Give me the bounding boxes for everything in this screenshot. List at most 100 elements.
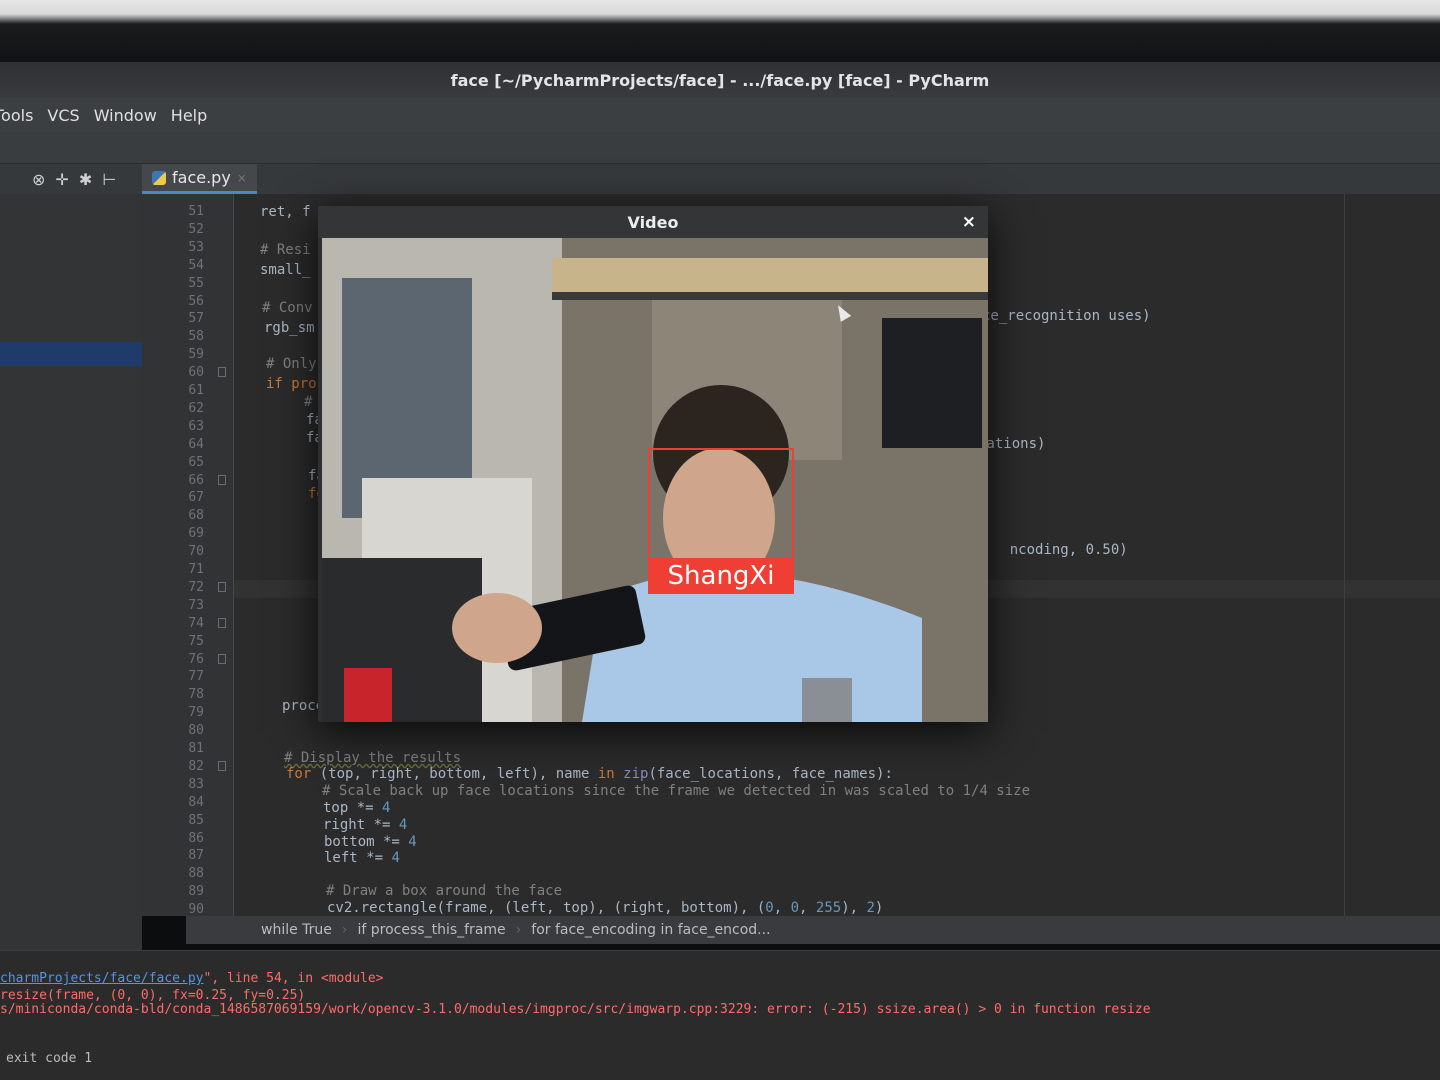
code-token: for: [286, 766, 312, 782]
breadcrumb-item[interactable]: while True: [261, 922, 332, 938]
menu-help[interactable]: Help: [171, 106, 207, 125]
fold-marker-icon[interactable]: [218, 760, 226, 771]
line-number: 66: [188, 472, 204, 488]
line-number: 80: [188, 723, 204, 739]
code-token: zip: [614, 766, 649, 782]
code-token: 4: [398, 817, 408, 833]
line-number: 67: [188, 490, 204, 506]
fold-marker-icon[interactable]: [218, 367, 226, 378]
fold-marker-icon[interactable]: [218, 581, 226, 592]
line-number: 63: [188, 418, 204, 434]
video-window-title: Video: [627, 212, 679, 232]
menu-window[interactable]: Window: [94, 106, 157, 125]
window-title: face [~/PycharmProjects/face] - .../face…: [450, 70, 990, 90]
code-token: top *=: [323, 800, 383, 816]
console-text: ", line 54, in <module>: [203, 971, 384, 986]
code-token: in: [597, 766, 615, 782]
collapse-icon[interactable]: ✛: [55, 170, 68, 189]
console-line: charmProjects/face/face.py", line 54, in…: [0, 971, 384, 986]
editor-tab-bar: ⊗ ✛ ✱ ⊢ face.py ×: [0, 164, 1440, 194]
code-fragment: # Conv: [262, 300, 313, 316]
line-number: 56: [188, 293, 204, 309]
code-token: 4: [391, 850, 400, 866]
video-window-titlebar[interactable]: Video: [318, 206, 988, 238]
settings-circle-icon[interactable]: ⊗: [32, 170, 45, 189]
line-number: 72: [188, 579, 204, 595]
line-number: 65: [188, 454, 204, 470]
fold-marker-icon[interactable]: [218, 474, 226, 485]
line-number: 61: [188, 383, 204, 398]
code-fragment: cations): [978, 436, 1046, 452]
line-number: 58: [188, 329, 204, 345]
code-token: ncoding, 0.50): [1009, 542, 1128, 558]
code-fragment: ret, f: [260, 204, 311, 220]
line-number: 89: [188, 884, 204, 900]
toolbar: [0, 132, 1440, 164]
code-token: cv2.rectangle(frame, (left, top), (right…: [327, 900, 766, 916]
menu-tools[interactable]: Tools: [0, 106, 33, 125]
line-number: 68: [188, 508, 204, 524]
line-number: 70: [188, 544, 204, 560]
code-token: (face_locations, face_names):: [648, 766, 893, 782]
breadcrumb-item[interactable]: for face_encoding in face_encod...: [531, 922, 770, 938]
line-number: 71: [188, 562, 204, 577]
code-fragment: rgb_sm: [264, 320, 315, 336]
tab-close-icon[interactable]: ×: [237, 171, 247, 185]
menu-bar: Tools VCS Window Help: [0, 98, 1440, 132]
fold-marker-icon[interactable]: [218, 617, 226, 628]
tab-label: face.py: [172, 168, 231, 187]
line-number: 73: [188, 597, 204, 613]
code-token: right *=: [323, 817, 399, 833]
console-file-link[interactable]: charmProjects/face/face.py: [0, 971, 204, 986]
webcam-frame: ShangXi: [322, 238, 988, 722]
run-console[interactable]: charmProjects/face/face.py", line 54, in…: [0, 950, 1440, 1080]
line-number: 76: [188, 651, 204, 667]
line-number: 69: [188, 526, 204, 542]
code-line: bottom *= 4: [324, 834, 417, 850]
close-icon[interactable]: ×: [962, 212, 976, 232]
code-token: 4: [382, 800, 391, 816]
code-fragment: # Resi: [260, 242, 311, 258]
code-token: left *=: [324, 850, 392, 866]
console-error-line: s/miniconda/conda-bld/conda_148658706915…: [0, 1002, 1151, 1017]
line-number: 53: [188, 239, 204, 255]
code-comment: # Draw a box around the face: [326, 883, 563, 899]
line-number: 64: [188, 436, 204, 452]
breadcrumb-item[interactable]: if process_this_frame: [358, 922, 506, 938]
line-number: 52: [188, 221, 204, 237]
code-fragment: ncoding, 0.50): [976, 526, 1128, 574]
code-fragment: small_: [260, 262, 311, 278]
line-number: 87: [188, 848, 204, 864]
line-number: 88: [188, 866, 204, 882]
face-name-label: ShangXi: [648, 558, 794, 594]
line-number: 75: [188, 633, 204, 649]
line-number: 60: [188, 365, 204, 381]
video-window[interactable]: Video × ShangXi: [318, 206, 988, 722]
fold-marker-icon[interactable]: [218, 653, 226, 664]
code-fragment: #: [304, 394, 313, 410]
pin-icon[interactable]: ⊢: [102, 170, 116, 189]
gear-icon[interactable]: ✱: [79, 170, 92, 189]
line-number: 62: [188, 400, 204, 416]
line-number: 85: [188, 812, 204, 828]
python-file-icon: [152, 170, 166, 185]
code-token: (top, right, bottom, left), name: [311, 766, 598, 782]
line-number: 54: [188, 257, 204, 273]
right-margin-guide: [1344, 194, 1345, 916]
line-number: 78: [188, 687, 204, 703]
code-line: top *= 4: [323, 800, 390, 816]
tab-face-py[interactable]: face.py ×: [142, 164, 257, 194]
console-exit-line: exit code 1: [6, 1051, 93, 1066]
code-comment: # Scale back up face locations since the…: [322, 783, 1031, 799]
code-token: 0: [765, 900, 774, 916]
code-line: right *= 4: [323, 817, 407, 833]
line-number: 55: [188, 275, 204, 291]
code-fragment: # Only: [266, 356, 317, 372]
console-line: resize(frame, (0, 0), fx=0.25, fy=0.25): [0, 988, 306, 1003]
line-number: 83: [188, 776, 204, 792]
project-panel: [0, 194, 150, 950]
menu-vcs[interactable]: VCS: [47, 106, 79, 125]
code-token: 255: [815, 900, 842, 916]
project-selected-row[interactable]: [0, 342, 150, 366]
code-token: 4: [408, 834, 417, 850]
